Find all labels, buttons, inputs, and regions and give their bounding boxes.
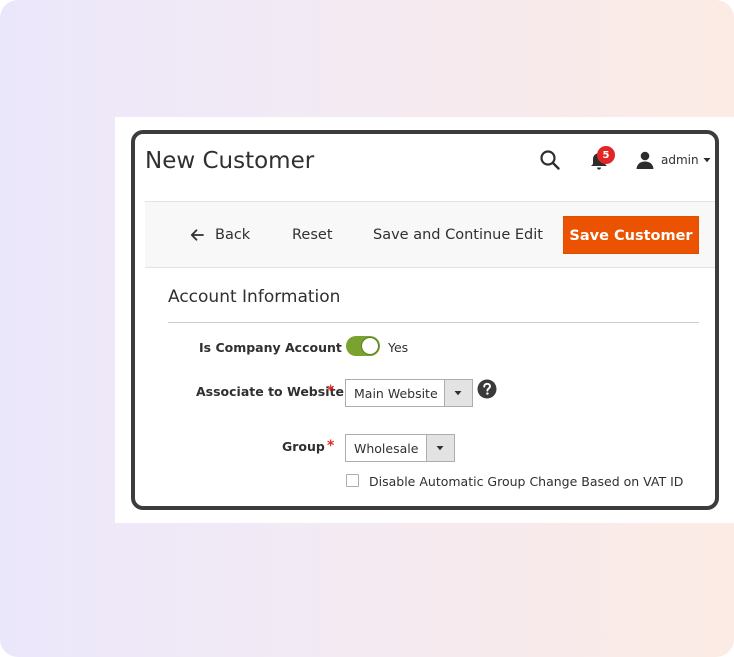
page-title: New Customer (145, 148, 315, 174)
company-account-value: Yes (388, 340, 409, 355)
company-account-label: Is Company Account (199, 340, 342, 355)
back-label: Back (215, 227, 251, 243)
required-marker: * (327, 438, 335, 454)
chevron-down-icon (436, 446, 444, 451)
group-label: Group (282, 439, 325, 454)
notification-badge: 5 (597, 146, 615, 164)
window-content: New Customer 5 admin Back Reset Save and… (145, 134, 715, 506)
search-icon (540, 150, 560, 170)
website-label: Associate to Website (196, 384, 344, 399)
back-button[interactable]: Back (189, 216, 250, 254)
website-select[interactable]: Main Website (345, 379, 473, 407)
website-select-toggle[interactable] (444, 380, 472, 406)
user-menu[interactable]: admin (635, 147, 715, 173)
group-select[interactable]: Wholesale (345, 434, 455, 462)
disable-vat-group-change-checkbox[interactable] (346, 474, 359, 487)
chevron-down-icon (703, 158, 711, 163)
group-select-toggle[interactable] (426, 435, 454, 461)
chevron-down-icon (454, 391, 462, 396)
company-account-toggle[interactable] (346, 336, 380, 356)
toggle-knob (361, 337, 379, 355)
arrow-left-icon (190, 229, 204, 241)
group-select-value: Wholesale (354, 441, 419, 456)
help-icon[interactable] (477, 379, 497, 399)
save-and-continue-button[interactable]: Save and Continue Edit (373, 216, 543, 254)
user-icon (636, 151, 654, 169)
search-button[interactable] (539, 149, 561, 171)
disable-vat-group-change-label: Disable Automatic Group Change Based on … (369, 474, 684, 489)
section-divider (168, 322, 699, 323)
notifications-button[interactable]: 5 (587, 146, 615, 173)
required-marker: * (327, 383, 335, 399)
page-actions-toolbar: Back Reset Save and Continue Edit Save C… (145, 201, 715, 268)
reset-button[interactable]: Reset (292, 216, 333, 254)
username: admin (661, 153, 699, 167)
admin-window: New Customer 5 admin Back Reset Save and… (131, 130, 719, 510)
section-title: Account Information (168, 287, 341, 307)
save-customer-button[interactable]: Save Customer (563, 216, 699, 254)
website-select-value: Main Website (354, 386, 438, 401)
